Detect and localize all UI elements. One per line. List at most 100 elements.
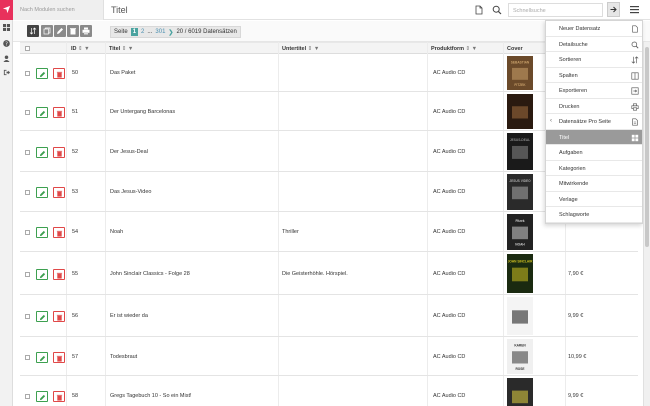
row-edit-button[interactable] bbox=[36, 391, 48, 402]
row-delete-button[interactable] bbox=[53, 187, 65, 198]
trash-icon bbox=[56, 272, 63, 279]
cover-image[interactable] bbox=[507, 378, 533, 406]
row-checkbox[interactable] bbox=[25, 150, 30, 155]
row-edit-button[interactable] bbox=[36, 187, 48, 198]
row-edit-button[interactable] bbox=[36, 269, 48, 280]
submenu-chevron: ‹ bbox=[550, 118, 552, 124]
cover-image[interactable]: KAREN ROSE bbox=[507, 339, 533, 374]
cell-id: 51 bbox=[72, 109, 79, 115]
logout-icon[interactable] bbox=[3, 69, 10, 76]
row-delete-button[interactable] bbox=[53, 68, 65, 79]
module-search-input[interactable]: Nach Modulen suchen bbox=[13, 0, 104, 20]
cell-produktform: AC Audio CD bbox=[433, 70, 466, 76]
pager-page-next[interactable]: 2 bbox=[141, 29, 144, 35]
row-checkbox[interactable] bbox=[25, 190, 30, 195]
pencil-icon bbox=[39, 230, 46, 236]
user-icon[interactable] bbox=[3, 55, 10, 62]
row-edit-button[interactable] bbox=[36, 107, 48, 118]
table-row[interactable]: 56 Er ist wieder da AC Audio CD 9,99 € bbox=[20, 295, 638, 337]
app-logo[interactable] bbox=[0, 0, 13, 20]
cover-text: Fitzek bbox=[515, 219, 524, 223]
row-delete-button[interactable] bbox=[53, 391, 65, 402]
menu-item-detailsuche[interactable]: Detailsuche bbox=[546, 37, 642, 52]
dashboard-icon[interactable] bbox=[3, 24, 10, 31]
left-sidebar: ? bbox=[0, 0, 13, 406]
cover-image[interactable]: JESUS VIDEO bbox=[507, 174, 533, 210]
column-header-produktform[interactable]: Produktform ⇕ ▼ bbox=[431, 46, 477, 52]
pager-page-current[interactable]: 1 bbox=[130, 28, 139, 36]
menu-item-kategorien[interactable]: Kategorien bbox=[546, 161, 642, 176]
delete-selected-button[interactable] bbox=[67, 25, 79, 37]
trash-icon bbox=[56, 314, 63, 321]
cover-image[interactable]: JOHN SINCLAIR bbox=[507, 254, 533, 293]
menu-item-sortieren[interactable]: Sortieren bbox=[546, 52, 642, 68]
column-header-id[interactable]: ID ⇕ ▼ bbox=[71, 46, 90, 52]
row-edit-button[interactable] bbox=[36, 147, 48, 158]
quick-search-input[interactable]: Schnellsuche bbox=[508, 3, 603, 17]
menu-item-exportieren[interactable]: Exportieren bbox=[546, 83, 642, 99]
cover-artwork bbox=[512, 310, 528, 324]
file-icon[interactable] bbox=[474, 5, 484, 15]
pager-next-arrow[interactable]: ❯ bbox=[168, 29, 173, 36]
cell-titel: Noah bbox=[110, 229, 124, 235]
column-header-titel[interactable]: Titel ⇕ ▼ bbox=[109, 46, 133, 52]
row-checkbox[interactable] bbox=[25, 110, 30, 115]
row-delete-button[interactable] bbox=[53, 352, 65, 363]
select-all-checkbox[interactable] bbox=[25, 46, 30, 51]
copy-button[interactable] bbox=[41, 25, 53, 37]
column-header-untertitel[interactable]: Untertitel ⇕ ▼ bbox=[282, 46, 319, 52]
row-delete-button[interactable] bbox=[53, 311, 65, 322]
cover-image[interactable]: JESUS-DEAL bbox=[507, 133, 533, 170]
row-edit-button[interactable] bbox=[36, 311, 48, 322]
table-row[interactable]: 58 Gregs Tagebuch 10 - So ein Mist! AC A… bbox=[20, 376, 638, 406]
cover-image[interactable]: Fitzek NOAH bbox=[507, 214, 533, 250]
cover-image[interactable]: SEBASTIAN FITZEK bbox=[507, 56, 533, 90]
menu-item-mitwirkende[interactable]: Mitwirkende bbox=[546, 176, 642, 192]
cell-produktform: AC Audio CD bbox=[433, 313, 466, 319]
menu-item-datensätze-pro-seite[interactable]: ‹ Datensätze Pro Seite bbox=[546, 114, 642, 130]
row-edit-button[interactable] bbox=[36, 68, 48, 79]
edit-selected-button[interactable] bbox=[54, 25, 66, 37]
pencil-icon bbox=[39, 71, 46, 77]
cover-image[interactable] bbox=[507, 94, 533, 129]
hamburger-menu-icon[interactable] bbox=[630, 5, 639, 14]
sort-icon bbox=[631, 56, 639, 64]
sort-toggle-button[interactable] bbox=[27, 25, 39, 37]
row-checkbox[interactable] bbox=[25, 355, 30, 360]
cover-image[interactable] bbox=[507, 297, 533, 335]
quick-search-go-button[interactable] bbox=[607, 2, 620, 17]
columns-icon bbox=[631, 71, 639, 80]
help-icon[interactable]: ? bbox=[3, 40, 10, 47]
table-scrollbar[interactable] bbox=[643, 42, 650, 406]
row-delete-button[interactable] bbox=[53, 269, 65, 280]
row-delete-button[interactable] bbox=[53, 227, 65, 238]
pencil-icon bbox=[39, 394, 46, 400]
row-edit-button[interactable] bbox=[36, 227, 48, 238]
menu-item-neuer-datensatz[interactable]: Neuer Datensatz bbox=[546, 21, 642, 37]
pencil-icon bbox=[39, 110, 46, 116]
menu-item-verlage[interactable]: Verlage bbox=[546, 192, 642, 207]
print-button[interactable] bbox=[80, 25, 92, 37]
row-checkbox[interactable] bbox=[25, 272, 30, 277]
row-checkbox[interactable] bbox=[25, 394, 30, 399]
svg-text:?: ? bbox=[5, 41, 8, 47]
menu-item-titel[interactable]: Titel bbox=[546, 129, 642, 145]
menu-item-schlagworte[interactable]: Schlagworte bbox=[546, 207, 642, 223]
menu-item-aufgaben[interactable]: Aufgaben bbox=[546, 145, 642, 161]
search-icon[interactable] bbox=[492, 5, 502, 15]
row-delete-button[interactable] bbox=[53, 147, 65, 158]
pager-page-last[interactable]: 301 bbox=[155, 29, 165, 35]
scrollbar-thumb[interactable] bbox=[645, 47, 649, 247]
copy-icon bbox=[43, 27, 51, 35]
menu-item-spalten[interactable]: Spalten bbox=[546, 68, 642, 83]
row-delete-button[interactable] bbox=[53, 107, 65, 118]
table-row[interactable]: 55 John Sinclair Classics - Folge 28 Die… bbox=[20, 252, 638, 295]
column-header-cover[interactable]: Cover bbox=[507, 46, 523, 52]
row-checkbox[interactable] bbox=[25, 314, 30, 319]
row-edit-button[interactable] bbox=[36, 352, 48, 363]
cell-id: 50 bbox=[72, 70, 79, 76]
table-row[interactable]: 57 Todesbraut AC Audio CD KAREN ROSE 10,9… bbox=[20, 337, 638, 376]
row-checkbox[interactable] bbox=[25, 71, 30, 76]
row-checkbox[interactable] bbox=[25, 230, 30, 235]
menu-item-drucken[interactable]: Drucken bbox=[546, 99, 642, 114]
